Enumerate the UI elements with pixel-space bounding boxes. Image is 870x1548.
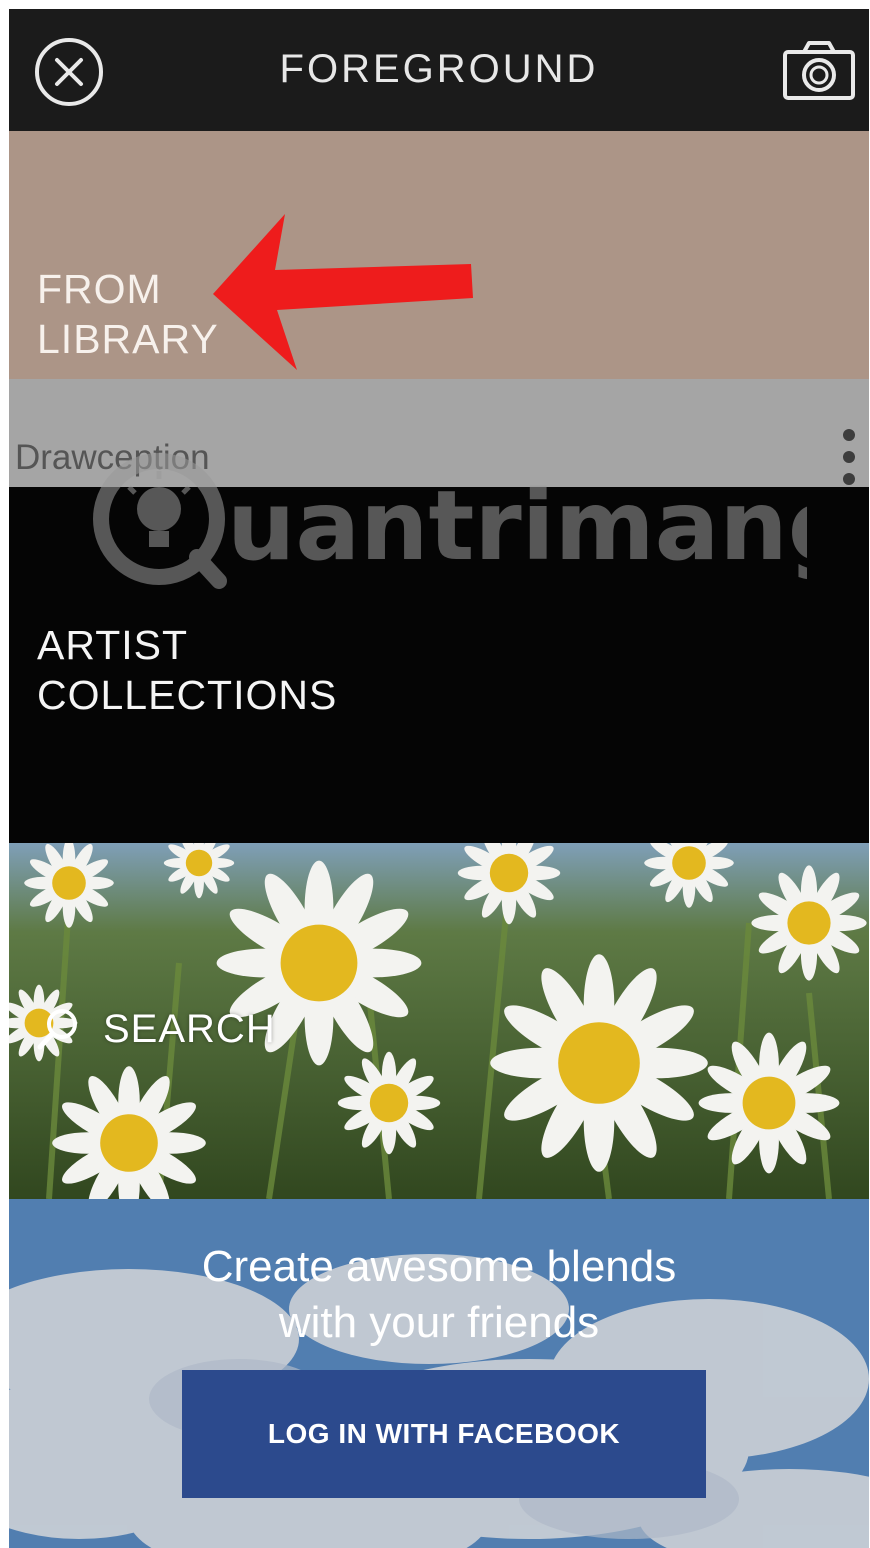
red-arrow-annotation	[213, 214, 473, 370]
camera-button[interactable]	[782, 39, 856, 101]
top-bar: FOREGROUND	[9, 9, 869, 131]
facebook-login-button[interactable]: LOG IN WITH FACEBOOK	[182, 1370, 706, 1498]
drawception-bar[interactable]: Drawception	[9, 379, 869, 487]
artist-collections-tile[interactable]: ARTIST COLLECTIONS	[9, 487, 869, 843]
promo-text: Create awesome blends with your friends	[9, 1239, 869, 1351]
promo-line1: Create awesome blends	[201, 1242, 677, 1291]
drawception-label: Drawception	[15, 438, 210, 477]
facebook-promo: Create awesome blends with your friends …	[9, 1199, 869, 1548]
search-tile[interactable]: SEARCH	[9, 843, 869, 1199]
from-library-line2: LIBRARY	[37, 316, 219, 362]
camera-icon	[783, 41, 855, 100]
artist-collections-line1: ARTIST	[37, 622, 189, 668]
search-row: SEARCH	[35, 1003, 276, 1055]
artist-collections-line2: COLLECTIONS	[37, 672, 338, 718]
page-title: FOREGROUND	[279, 47, 599, 91]
artist-collections-label: ARTIST COLLECTIONS	[37, 620, 337, 720]
from-library-line1: FROM	[37, 266, 162, 312]
search-label: SEARCH	[103, 1006, 276, 1051]
search-icon	[37, 1009, 77, 1050]
promo-line2: with your friends	[278, 1298, 600, 1347]
from-library-label: FROM LIBRARY	[37, 264, 219, 364]
vertical-dots-icon[interactable]	[839, 427, 859, 487]
app-screen: FOREGROUND FROM LIBRARY Drawception ARTI…	[9, 9, 869, 1548]
